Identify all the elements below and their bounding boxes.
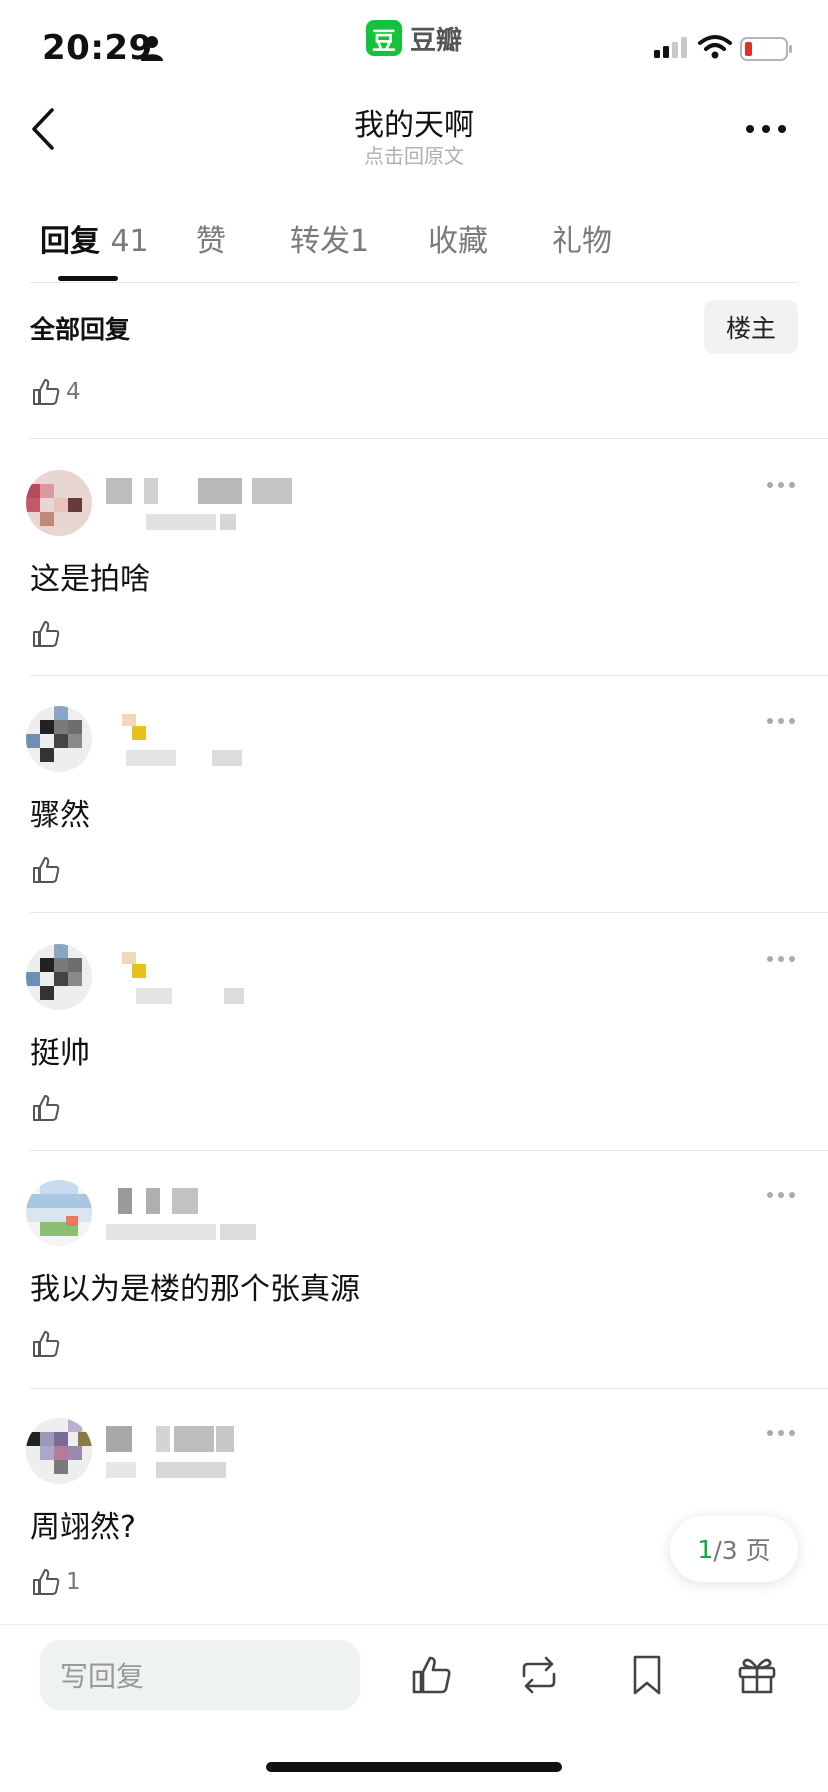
home-indicator: [266, 1762, 562, 1772]
comment-like-button[interactable]: [30, 1092, 66, 1124]
comment-text: 挺帅: [30, 1036, 90, 1071]
battery-icon: [740, 37, 792, 61]
avatar[interactable]: [26, 1180, 92, 1246]
username-blurred: [106, 952, 166, 978]
signal-icon: [654, 37, 687, 58]
divider: [30, 1388, 828, 1389]
op-only-button[interactable]: 楼主: [704, 300, 798, 354]
gift-icon[interactable]: [734, 1652, 780, 1698]
username-blurred: [106, 1426, 246, 1452]
wifi-icon: [698, 35, 732, 59]
tab-bar: 回复 41 赞 转发1 收藏 礼物: [30, 216, 800, 282]
divider: [30, 282, 798, 283]
thumb-up-icon: [33, 857, 60, 883]
comment-like-button[interactable]: [30, 1328, 66, 1360]
page-indicator[interactable]: 1/3 页: [670, 1516, 798, 1582]
comment-text: 周翊然?: [30, 1510, 136, 1545]
active-tab-indicator: [58, 276, 118, 281]
username-blurred: [106, 1188, 206, 1214]
reply-input[interactable]: 写回复: [40, 1640, 360, 1710]
comment-text: 我以为是楼的那个张真源: [30, 1272, 360, 1307]
more-icon[interactable]: [766, 480, 796, 490]
thumb-up-icon: [33, 1095, 60, 1121]
comment-text: 这是拍啥: [30, 562, 150, 597]
tab-count: 1: [350, 224, 370, 259]
page-title: 我的天啊: [354, 108, 474, 143]
nav-bar: 我的天啊 点击回原文: [0, 100, 828, 169]
meta-blurred: [106, 750, 246, 766]
divider: [0, 1624, 828, 1625]
more-icon[interactable]: [766, 1428, 796, 1438]
divider: [30, 1150, 828, 1151]
username-blurred: [106, 478, 306, 504]
more-icon[interactable]: [766, 954, 796, 964]
tab-replies[interactable]: 回复 41: [40, 216, 149, 260]
thumb-up-icon: [33, 1569, 60, 1595]
section-title: 全部回复: [30, 315, 131, 344]
more-icon[interactable]: [744, 122, 788, 136]
meta-blurred: [106, 988, 246, 1004]
tab-label: 礼物: [552, 224, 612, 259]
comment-like-button[interactable]: 1: [30, 1566, 81, 1598]
divider: [30, 675, 828, 676]
person-icon: [141, 36, 163, 61]
app-name: 豆瓣: [410, 25, 463, 56]
more-icon[interactable]: [766, 716, 796, 726]
meta-blurred: [106, 1462, 256, 1478]
back-to-original-link[interactable]: 点击回原文: [0, 140, 828, 169]
repost-icon[interactable]: [516, 1652, 562, 1698]
douban-logo-icon: 豆: [366, 20, 402, 56]
username-blurred: [106, 714, 166, 740]
thumb-up-icon: [33, 379, 60, 405]
tab-label: 转发: [290, 224, 350, 259]
meta-blurred: [106, 1224, 256, 1240]
bookmark-icon[interactable]: [624, 1652, 670, 1698]
tab-label: 赞: [196, 224, 226, 259]
divider: [30, 912, 828, 913]
thumb-up-icon: [33, 1331, 60, 1357]
meta-blurred: [106, 514, 236, 530]
status-time: 20:29: [42, 28, 153, 68]
avatar[interactable]: [26, 944, 92, 1010]
total-pages: /3 页: [713, 1536, 771, 1565]
more-icon[interactable]: [766, 1190, 796, 1200]
tab-reposts[interactable]: 转发1: [290, 216, 369, 260]
avatar[interactable]: [26, 470, 92, 536]
post-like-button[interactable]: 4: [30, 376, 81, 408]
thumb-up-icon: [33, 621, 60, 647]
app-badge[interactable]: 豆 豆瓣: [366, 20, 462, 56]
comment-like-button[interactable]: [30, 854, 66, 886]
tab-collections[interactable]: 收藏: [428, 216, 488, 260]
thumb-up-icon[interactable]: [408, 1652, 454, 1698]
comment-text: 骤然: [30, 798, 90, 833]
like-count: 1: [66, 1569, 81, 1595]
tab-likes[interactable]: 赞: [196, 216, 226, 260]
current-page: 1: [697, 1534, 714, 1564]
like-count: 4: [66, 379, 81, 405]
comment-like-button[interactable]: [30, 618, 66, 650]
divider: [30, 438, 828, 439]
avatar[interactable]: [26, 1418, 92, 1484]
status-bar: 20:29 豆 豆瓣: [0, 0, 828, 100]
tab-label: 收藏: [428, 224, 488, 259]
tab-gifts[interactable]: 礼物: [552, 216, 612, 260]
tab-count: 41: [110, 224, 149, 259]
tab-label: 回复: [40, 224, 100, 259]
avatar[interactable]: [26, 706, 92, 772]
